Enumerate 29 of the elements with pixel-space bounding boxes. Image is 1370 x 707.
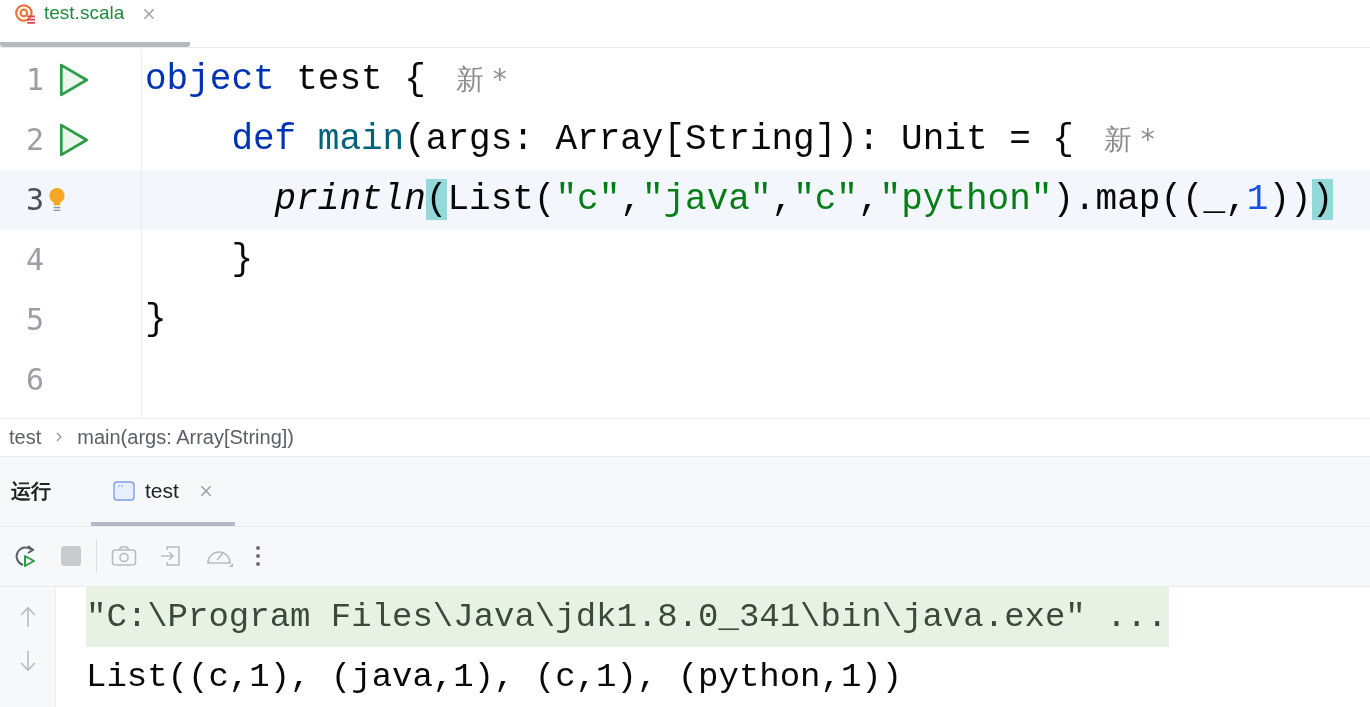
line-number: 2: [26, 122, 46, 158]
console-line: List((c,1), (java,1), (c,1), (python,1)): [86, 657, 903, 698]
line-number: 3: [26, 182, 46, 218]
arrow-down-icon[interactable]: [17, 649, 38, 673]
line-number: 6: [26, 362, 46, 398]
login-icon[interactable]: [159, 544, 183, 569]
scala-file-icon: [14, 2, 36, 24]
code-line: object test {: [145, 58, 426, 102]
console-window-icon: [113, 481, 135, 502]
more-icon[interactable]: [255, 545, 261, 568]
file-tab[interactable]: test.scala: [0, 0, 190, 47]
panel-title: 运行: [11, 477, 52, 505]
line-number: 1: [26, 62, 46, 98]
run-icon[interactable]: [58, 62, 90, 98]
code-line: def main(args: Array[String]): Unit = {: [231, 118, 1074, 162]
author-hint[interactable]: 新 *: [455, 61, 507, 99]
camera-icon[interactable]: [111, 545, 137, 568]
stop-icon[interactable]: [60, 545, 82, 568]
code-line: println(List("c","java","c","python").map((_,1))): [274, 178, 1334, 222]
line-number: 4: [26, 242, 46, 278]
chevron-icon: [55, 431, 64, 444]
line-number: 5: [26, 302, 46, 338]
run-icon[interactable]: [58, 122, 90, 158]
author-hint[interactable]: 新 *: [1103, 121, 1155, 159]
code-line: }: [231, 238, 253, 282]
breadcrumb[interactable]: test: [9, 425, 42, 449]
breadcrumb[interactable]: main(args: Array[String]): [77, 425, 294, 449]
code-line: }: [145, 298, 167, 342]
lightbulb-icon[interactable]: [48, 187, 66, 213]
